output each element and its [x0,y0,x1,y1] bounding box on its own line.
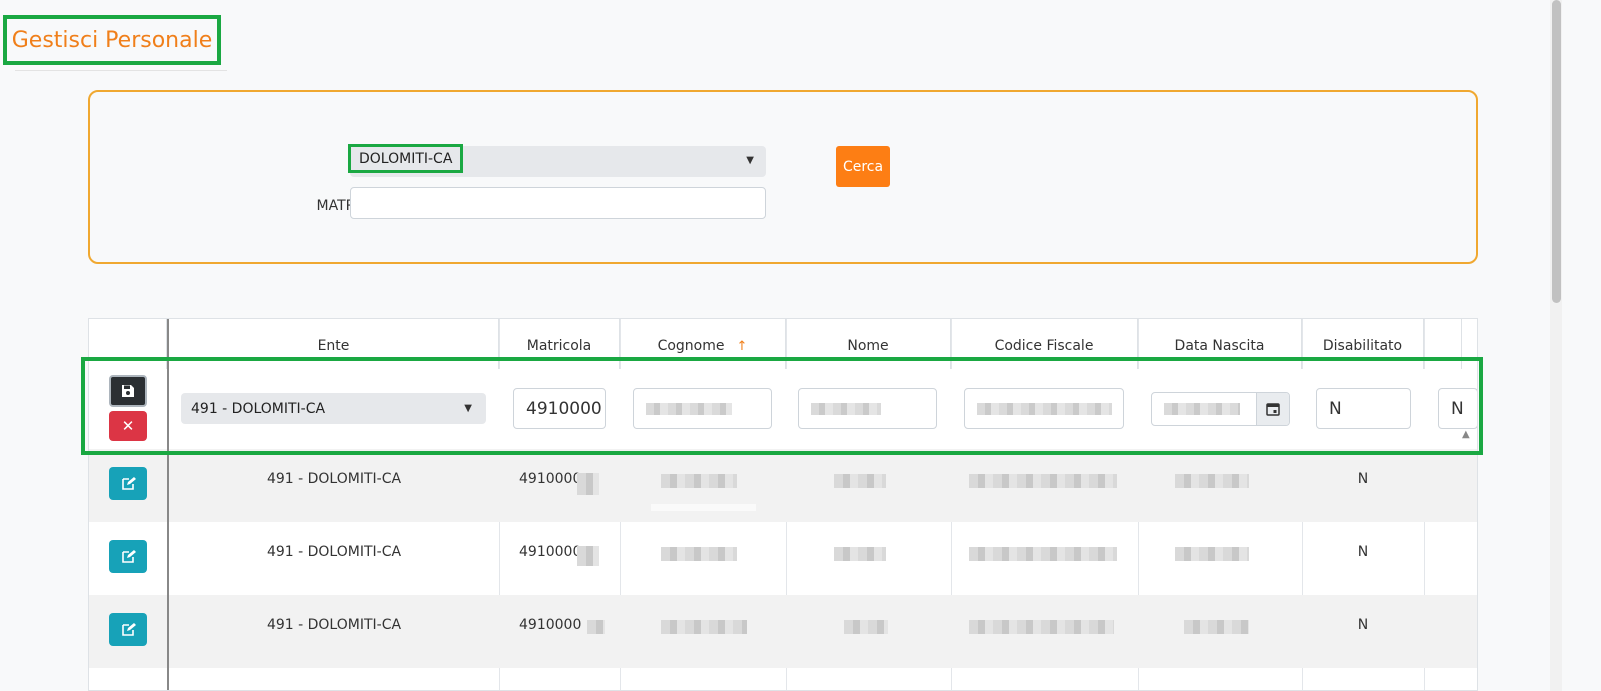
cell-disabilitato: N [1357,544,1369,560]
edit-data-nascita-input[interactable] [1151,392,1290,426]
personale-grid: Ente Matricola Cognome ↑ Nome Codice Fisc… [88,318,1478,691]
redacted-text [587,620,605,634]
edit-row-button[interactable] [109,613,147,646]
table-row: 491 - DOLOMITI-CA 4910000 N [89,449,1477,522]
floppy-disk-icon [122,385,134,397]
header-data-nascita-label: Data Nascita [1174,338,1265,354]
redacted-text [969,547,1117,561]
search-button[interactable]: Cerca [836,146,890,187]
redacted-text [577,473,599,495]
calendar-icon [1266,403,1280,416]
header-cognome[interactable]: Cognome ↑ [620,319,786,369]
grid-header: Ente Matricola Cognome ↑ Nome Codice Fisc… [89,319,1477,370]
redacted-text [844,620,888,634]
redacted-text [1184,620,1249,634]
cell-disabilitato: N [1357,617,1369,633]
edit-ente-value: 491 - DOLOMITI-CA [191,400,326,417]
page-title: Gestisci Personale [11,27,213,53]
header-ente[interactable]: Ente [169,319,499,369]
header-matricola[interactable]: Matricola [499,319,620,369]
header-data-nascita[interactable]: Data Nascita [1138,319,1302,369]
edit-cognome-input[interactable] [633,388,772,429]
redacted-text [577,546,599,566]
header-actions [89,319,167,369]
header-nome-label: Nome [847,338,889,354]
save-button[interactable] [109,375,147,407]
edit-ente-select[interactable]: 491 - DOLOMITI-CA ▼ [181,393,486,424]
redacted-text [834,474,886,488]
edit-next-column-input[interactable]: N [1438,388,1477,429]
redacted-shadow [651,504,756,511]
cell-ente: 491 - DOLOMITI-CA [266,617,402,633]
cell-disabilitato: N [1357,471,1369,487]
edit-matricola-value: 4910000 [526,398,602,419]
header-disabilitato[interactable]: Disabilitato [1302,319,1424,369]
page-title-highlight: Gestisci Personale [3,15,221,65]
redacted-text [969,620,1114,634]
caret-down-icon: ▼ [464,403,472,414]
edit-disabilitato-value: N [1329,398,1342,419]
pencil-square-icon [121,550,136,563]
calendar-button[interactable] [1256,393,1289,425]
cell-matricola: 4910000 [519,617,582,633]
redacted-text [969,474,1117,488]
x-icon: ✕ [121,417,135,435]
frozen-column-separator [167,319,169,690]
edit-matricola-input[interactable]: 4910000 [513,388,606,429]
redacted-text [811,402,881,415]
cancel-button[interactable]: ✕ [109,411,147,441]
edit-next-column-value: N [1451,398,1464,419]
ente-select[interactable]: DOLOMITI-CA ▼ [348,144,766,177]
ente-selected-value: DOLOMITI-CA [348,144,464,173]
edit-row: ✕ 491 - DOLOMITI-CA ▼ 4910000 N N ▲ [89,369,1477,449]
header-codice-fiscale[interactable]: Codice Fiscale [951,319,1138,369]
edit-codice-fiscale-input[interactable] [964,388,1124,429]
edit-row-button[interactable] [109,467,147,500]
scroll-up-arrow-icon[interactable]: ▲ [1462,429,1470,440]
sort-arrow-up-icon: ↑ [736,338,748,354]
caret-down-icon: ▼ [746,155,754,166]
header-nome[interactable]: Nome [786,319,951,369]
edit-disabilitato-input[interactable]: N [1316,388,1411,429]
pencil-square-icon [121,477,136,490]
redacted-text [646,402,732,415]
edit-nome-input[interactable] [798,388,937,429]
table-row: 491 - DOLOMITI-CA 4910000 N [89,595,1477,668]
header-disabilitato-label: Disabilitato [1322,338,1403,354]
table-row: 491 - DOLOMITI-CA 4910000 N [89,522,1477,595]
redacted-text [1175,547,1249,561]
pencil-square-icon [121,623,136,636]
header-cognome-label: Cognome [657,338,725,354]
cell-ente: 491 - DOLOMITI-CA [266,544,402,560]
search-filter-panel: ENTE DOLOMITI-CA ▼ MATRICOLA Cerca [88,90,1478,264]
redacted-text [661,620,747,634]
redacted-text [1164,403,1240,415]
redacted-text [1175,474,1249,488]
header-next-column [1424,319,1462,369]
matricola-input[interactable] [350,187,766,219]
edit-row-button[interactable] [109,540,147,573]
redacted-text [977,402,1112,415]
header-codice-fiscale-label: Codice Fiscale [994,338,1094,354]
header-matricola-label: Matricola [526,338,592,354]
header-ente-label: Ente [317,338,350,354]
redacted-text [834,547,886,561]
redacted-text [661,547,737,561]
cell-ente: 491 - DOLOMITI-CA [266,471,402,487]
page-scrollbar-thumb[interactable] [1552,0,1561,303]
title-underline [15,70,227,71]
redacted-text [661,474,737,488]
